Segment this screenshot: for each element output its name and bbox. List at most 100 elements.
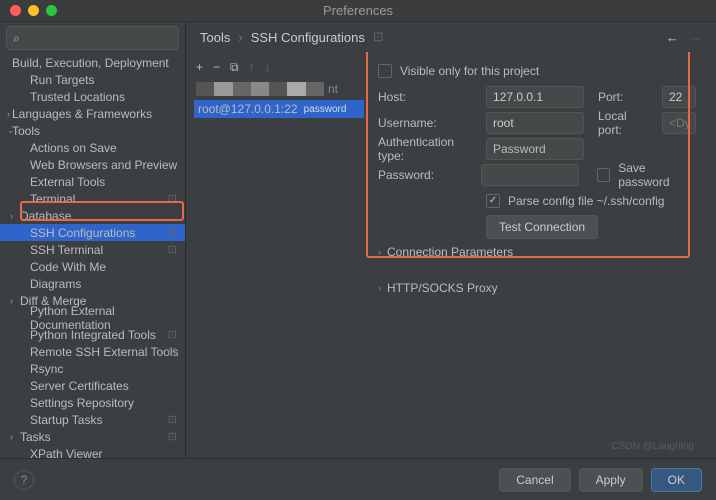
window-title: Preferences [323, 3, 393, 18]
tree-item-label: SSH Terminal [30, 243, 103, 257]
breadcrumb-ssh: SSH Configurations [251, 30, 365, 45]
username-input[interactable] [486, 112, 584, 134]
dialog-footer: ? Cancel Apply OK [0, 458, 716, 500]
tree-item[interactable]: Run Targets [0, 71, 185, 88]
test-connection-button[interactable]: Test Connection [486, 215, 598, 239]
tree-item[interactable]: SSH Terminal ⊡ [0, 241, 185, 258]
localport-input[interactable] [662, 112, 696, 134]
breadcrumb: Tools › SSH Configurations ⊡ ← → [186, 22, 716, 52]
add-icon[interactable]: + [196, 60, 203, 75]
tree-item[interactable]: Rsync [0, 360, 185, 377]
watermark: CSDN @Laughing [612, 441, 694, 452]
tree-item[interactable]: External Tools [0, 173, 185, 190]
connection-parameters-expander[interactable]: › Connection Parameters [378, 240, 696, 264]
host-input[interactable] [486, 86, 584, 108]
search-icon: ⌕ [13, 31, 20, 46]
expand-icon: ⌄ [7, 125, 15, 136]
tree-item[interactable]: Build, Execution, Deployment [0, 54, 185, 71]
tree-item[interactable]: XPath Viewer [0, 445, 185, 458]
gear-icon: ⊡ [168, 328, 177, 341]
sidebar: ⌕ Build, Execution, Deployment Run Target… [0, 22, 186, 458]
gear-icon: ⊡ [373, 29, 384, 45]
tree-item-label: Terminal [30, 192, 75, 206]
remove-icon[interactable]: − [213, 60, 220, 75]
chevron-right-icon: › [378, 247, 381, 257]
config-list: + − ⧉ ↑ ↓ nt root@127.0.0.1:22 password [186, 52, 372, 458]
chevron-right-icon: › [238, 30, 242, 45]
up-icon[interactable]: ↑ [249, 60, 255, 75]
tree-item-label: Code With Me [30, 260, 106, 274]
titlebar: Preferences [0, 0, 716, 22]
help-button[interactable]: ? [14, 470, 34, 490]
auth-select[interactable]: Password [486, 138, 584, 160]
tree-item-label: Rsync [30, 362, 63, 376]
copy-icon[interactable]: ⧉ [230, 60, 239, 75]
tree-item[interactable]: SSH Configurations ⊡ [0, 224, 185, 241]
expand-icon: › [10, 211, 13, 221]
visible-only-checkbox[interactable] [378, 64, 392, 78]
tree-item[interactable]: Terminal⊡ [0, 190, 185, 207]
minimize-icon[interactable] [28, 5, 39, 16]
close-icon[interactable] [10, 5, 21, 16]
tree-item[interactable]: Python Integrated Tools ⊡ [0, 326, 185, 343]
ok-button[interactable]: OK [651, 468, 702, 492]
proxy-expander[interactable]: › HTTP/SOCKS Proxy [378, 276, 696, 300]
tree-item-label: Actions on Save [30, 141, 117, 155]
tree-item-label: Python Integrated Tools [30, 328, 156, 342]
tree-item-label: Startup Tasks [30, 413, 102, 427]
maximize-icon[interactable] [46, 5, 57, 16]
port-label: Port: [598, 90, 654, 104]
config-form: Visible only for this project Host: Port… [372, 52, 716, 458]
localport-label: Local port: [598, 109, 654, 137]
breadcrumb-tools[interactable]: Tools [200, 30, 230, 45]
parse-config-checkbox[interactable]: ✓ [486, 194, 500, 208]
tree-item[interactable]: Python External Documentation [0, 309, 185, 326]
tree-item-label: Trusted Locations [30, 90, 125, 104]
tree-item[interactable]: Settings Repository [0, 394, 185, 411]
gear-icon: ⊡ [168, 243, 177, 256]
save-password-checkbox[interactable] [597, 168, 610, 182]
expand-icon: › [10, 432, 13, 442]
host-label: Host: [378, 90, 478, 104]
tree-item[interactable]: Code With Me [0, 258, 185, 275]
tree-item-label: Diagrams [30, 277, 81, 291]
tree-item[interactable]: › Database [0, 207, 185, 224]
forward-icon: → [689, 30, 702, 45]
chevron-right-icon: › [378, 283, 381, 293]
password-input[interactable] [481, 164, 579, 186]
tree-item[interactable]: Remote SSH External Tools⊡ [0, 343, 185, 360]
down-icon[interactable]: ↓ [265, 60, 271, 75]
tree-item-label: Build, Execution, Deployment [12, 56, 169, 70]
search-input[interactable]: ⌕ [6, 26, 179, 50]
tree-item[interactable]: ›Languages & Frameworks [0, 105, 185, 122]
tree-item[interactable]: Server Certificates [0, 377, 185, 394]
cancel-button[interactable]: Cancel [499, 468, 570, 492]
gear-icon: ⊡ [168, 430, 177, 443]
visible-only-label: Visible only for this project [400, 64, 539, 78]
tree-item[interactable]: Actions on Save [0, 139, 185, 156]
tree-item[interactable]: › Tasks ⊡ [0, 428, 185, 445]
tree-item-label: SSH Configurations [30, 226, 135, 240]
back-icon[interactable]: ← [666, 30, 679, 45]
expand-icon: › [7, 109, 10, 119]
gear-icon: ⊡ [168, 413, 177, 426]
traffic-lights [10, 5, 57, 16]
preference-tree: Build, Execution, Deployment Run Targets T… [0, 54, 185, 458]
tree-item[interactable]: Trusted Locations [0, 88, 185, 105]
config-item[interactable]: root@127.0.0.1:22 password [194, 100, 364, 118]
port-input[interactable] [662, 86, 696, 108]
tree-item-label: Remote SSH External Tools [30, 345, 179, 359]
gear-icon: ⊡ [168, 226, 177, 239]
tree-item-label: Run Targets [30, 73, 94, 87]
apply-button[interactable]: Apply [579, 468, 643, 492]
tree-item[interactable]: Startup Tasks ⊡ [0, 411, 185, 428]
tree-item-label: Languages & Frameworks [12, 107, 152, 121]
tree-item-label: Tasks [20, 430, 51, 444]
tree-item[interactable]: Web Browsers and Preview [0, 156, 185, 173]
tree-item-label: Server Certificates [30, 379, 129, 393]
tree-item[interactable]: Diagrams [0, 275, 185, 292]
tree-item[interactable]: ⌄Tools [0, 122, 185, 139]
tree-item-label: XPath Viewer [30, 447, 103, 459]
tree-item-label: Database [20, 209, 71, 223]
password-label: Password: [378, 168, 473, 182]
